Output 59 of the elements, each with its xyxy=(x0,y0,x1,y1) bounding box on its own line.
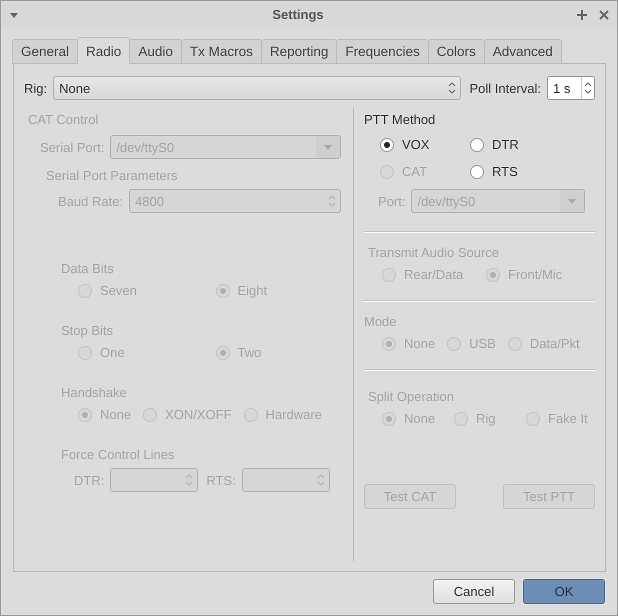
radio-label: None xyxy=(404,336,436,351)
tab[interactable]: Reporting xyxy=(260,39,338,64)
radio-label: VOX xyxy=(402,137,430,152)
tab[interactable]: Audio xyxy=(129,39,182,64)
radio-label: RTS xyxy=(492,164,518,179)
radio-label: Front/Mic xyxy=(508,267,562,282)
radio-label: Data/Pkt xyxy=(530,336,580,351)
radio-label: Rear/Data xyxy=(404,267,464,282)
tab[interactable]: Radio xyxy=(77,37,130,64)
radio-label: Seven xyxy=(100,283,137,298)
rig-label: Rig: xyxy=(24,80,48,96)
caret-icon[interactable] xyxy=(9,10,19,18)
radio-label: XON/XOFF xyxy=(165,407,232,422)
dtr-combo-box[interactable] xyxy=(110,468,198,492)
radio-button[interactable] xyxy=(380,138,394,152)
tab[interactable]: Advanced xyxy=(484,39,562,64)
spin-arrows-icon[interactable] xyxy=(584,81,592,95)
group-title: Stop Bits xyxy=(61,323,114,338)
section-title: PTT Method xyxy=(364,112,436,127)
radio-button[interactable] xyxy=(470,164,484,178)
rts-label: RTS: xyxy=(206,472,236,488)
radio-label: Eight xyxy=(238,283,268,298)
radio-label: Fake It xyxy=(548,411,588,426)
group-title: Data Bits xyxy=(61,261,115,276)
tab[interactable]: Colors xyxy=(428,39,485,64)
close-icon[interactable] xyxy=(599,10,609,20)
section-title: Serial Port Parameters xyxy=(46,168,178,183)
rig-combo-box[interactable]: None xyxy=(53,76,462,100)
dtr-label: DTR: xyxy=(74,472,104,488)
radio-label: Rig xyxy=(476,411,496,426)
port-label: Port: xyxy=(378,194,406,208)
tab[interactable]: Frequencies xyxy=(336,39,429,64)
group-title: Handshake xyxy=(61,385,128,400)
tab[interactable]: Tx Macros xyxy=(180,39,262,64)
radio-label: DTR xyxy=(492,137,519,152)
poll-interval-label: Poll Interval: xyxy=(469,80,541,96)
rts-combo-box[interactable] xyxy=(242,468,330,492)
tab[interactable]: General xyxy=(12,39,78,64)
radio-label: Hardware xyxy=(266,407,322,422)
ok-button[interactable]: OK xyxy=(523,579,605,604)
window-title: Settings xyxy=(271,7,325,22)
radio-label: Two xyxy=(238,345,262,360)
group-title: Mode xyxy=(364,314,398,329)
group-title: Split Operation xyxy=(368,389,455,404)
radio-label: One xyxy=(100,345,125,360)
cancel-button[interactable]: Cancel xyxy=(433,579,515,604)
group-title: Transmit Audio Source xyxy=(368,245,500,260)
baud-rate-label: Baud Rate: xyxy=(58,194,124,208)
spin-arrows-icon[interactable] xyxy=(448,81,456,95)
radio-button[interactable] xyxy=(470,138,484,152)
section-title: CAT Control xyxy=(28,112,100,127)
plus-icon[interactable] xyxy=(577,10,587,20)
radio-label: None xyxy=(100,407,132,422)
radio-label: None xyxy=(404,411,436,426)
radio-label: CAT xyxy=(402,164,428,179)
group-title: Force Control Lines xyxy=(61,447,176,462)
radio-label: USB xyxy=(469,336,496,351)
poll-interval-spinbox[interactable]: 1 s xyxy=(547,76,595,100)
serial-port-label: Serial Port: xyxy=(40,140,104,154)
